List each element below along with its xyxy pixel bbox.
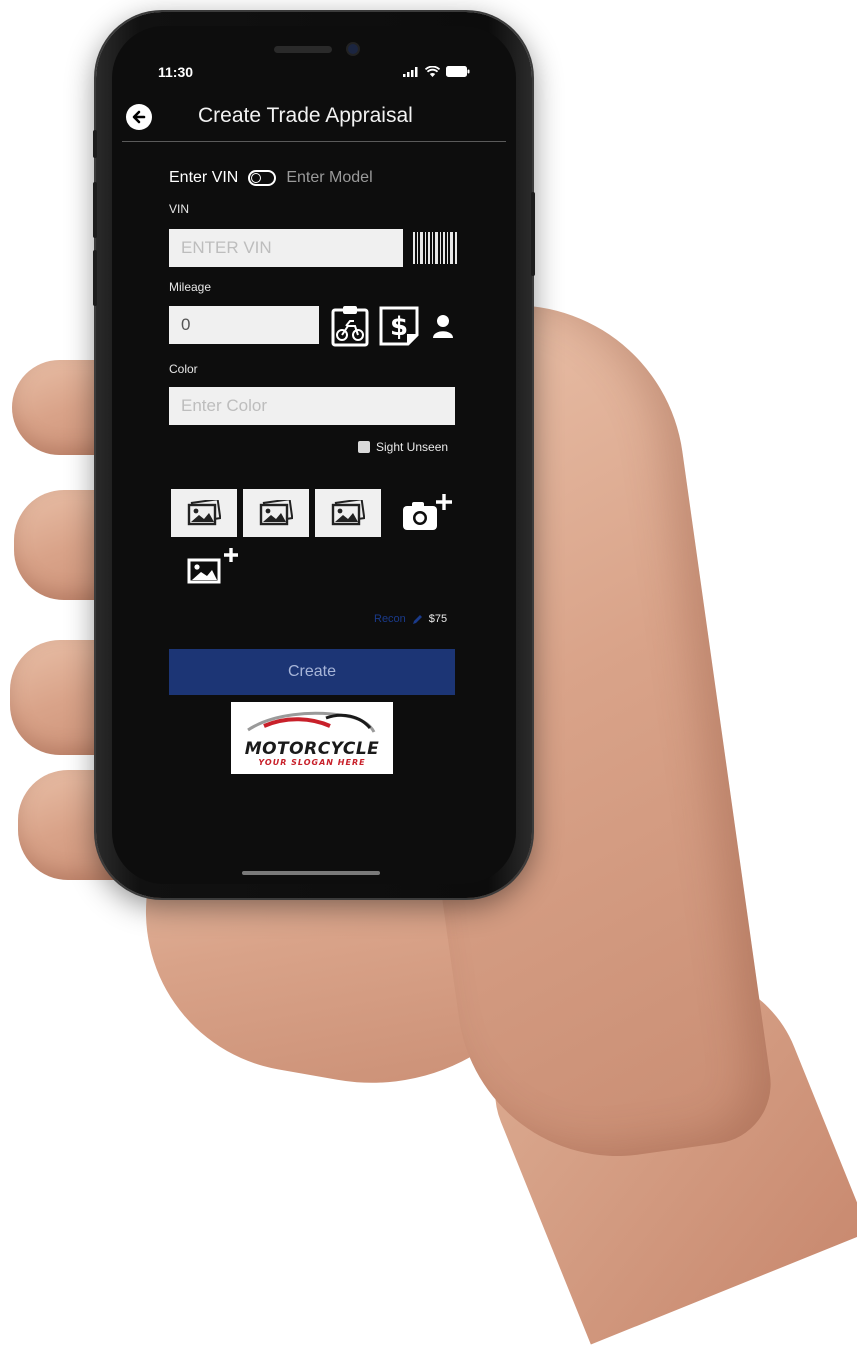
photo-thumbnail[interactable] [171,489,237,537]
gallery-add-icon [187,548,238,584]
signal-icon [403,66,418,77]
photo-thumbnail[interactable] [243,489,309,537]
camera-add-icon [403,494,452,530]
sight-unseen-label: Sight Unseen [376,440,449,454]
image-placeholder-icon [187,500,221,526]
motorcycle-swoosh-graphic [247,711,376,733]
barcode-icon [412,231,458,265]
back-arrow-icon [132,110,146,124]
status-icons [403,66,470,77]
logo-slogan: YOUR SLOGAN HERE [258,758,366,767]
mileage-input[interactable] [169,306,319,344]
sight-unseen-option: Sight Unseen [358,440,448,454]
mute-switch [93,130,97,158]
condition-report-button[interactable] [331,305,369,351]
svg-text:$: $ [390,312,408,342]
add-photo-gallery-button[interactable] [187,546,241,590]
page-title: Create Trade Appraisal [198,104,413,127]
create-button[interactable]: Create [169,649,455,695]
back-button[interactable] [126,104,152,130]
recon-link[interactable]: Recon [374,613,406,625]
earpiece-speaker [274,46,332,53]
dollar-document-icon: $ [379,306,419,346]
status-time: 11:30 [158,64,194,80]
mode-option-vin[interactable]: Enter VIN [169,169,238,187]
pricing-button[interactable]: $ [378,305,420,351]
volume-up-button [93,182,97,238]
vin-input[interactable] [169,229,403,267]
volume-down-button [93,250,97,306]
power-button [531,192,535,276]
image-placeholder-icon [259,500,293,526]
image-placeholder-icon [331,500,365,526]
phone-screen: 11:30 Create Trade Appraisal Enter VIN E… [112,26,516,884]
recon-row: Recon $75 [374,613,447,625]
vin-label: VIN [169,202,190,216]
color-input[interactable] [169,387,455,425]
user-icon [433,315,453,338]
pencil-icon[interactable] [412,614,423,625]
front-camera [348,44,358,54]
app-header: Create Trade Appraisal [112,96,516,144]
phone-device: 11:30 Create Trade Appraisal Enter VIN E… [93,12,535,898]
customer-button[interactable] [432,314,454,342]
recon-amount: $75 [428,613,448,625]
entry-mode-switch: Enter VIN Enter Model [169,169,373,187]
dealer-logo: MOTORCYCLE YOUR SLOGAN HERE [231,702,393,774]
add-photo-camera-button[interactable] [402,492,454,538]
wifi-icon [425,66,440,77]
clipboard-motorcycle-icon [331,306,369,347]
header-divider [122,141,506,142]
logo-wordmark: MOTORCYCLE [244,739,380,759]
home-indicator[interactable] [242,871,380,875]
barcode-scan-button[interactable] [412,231,458,269]
mileage-label: Mileage [169,280,212,294]
color-label: Color [169,362,198,376]
photo-thumbnail[interactable] [315,489,381,537]
battery-icon [446,66,470,77]
mode-option-model[interactable]: Enter Model [286,169,372,187]
sight-unseen-checkbox[interactable] [358,441,370,453]
mode-toggle-switch[interactable] [248,170,277,186]
